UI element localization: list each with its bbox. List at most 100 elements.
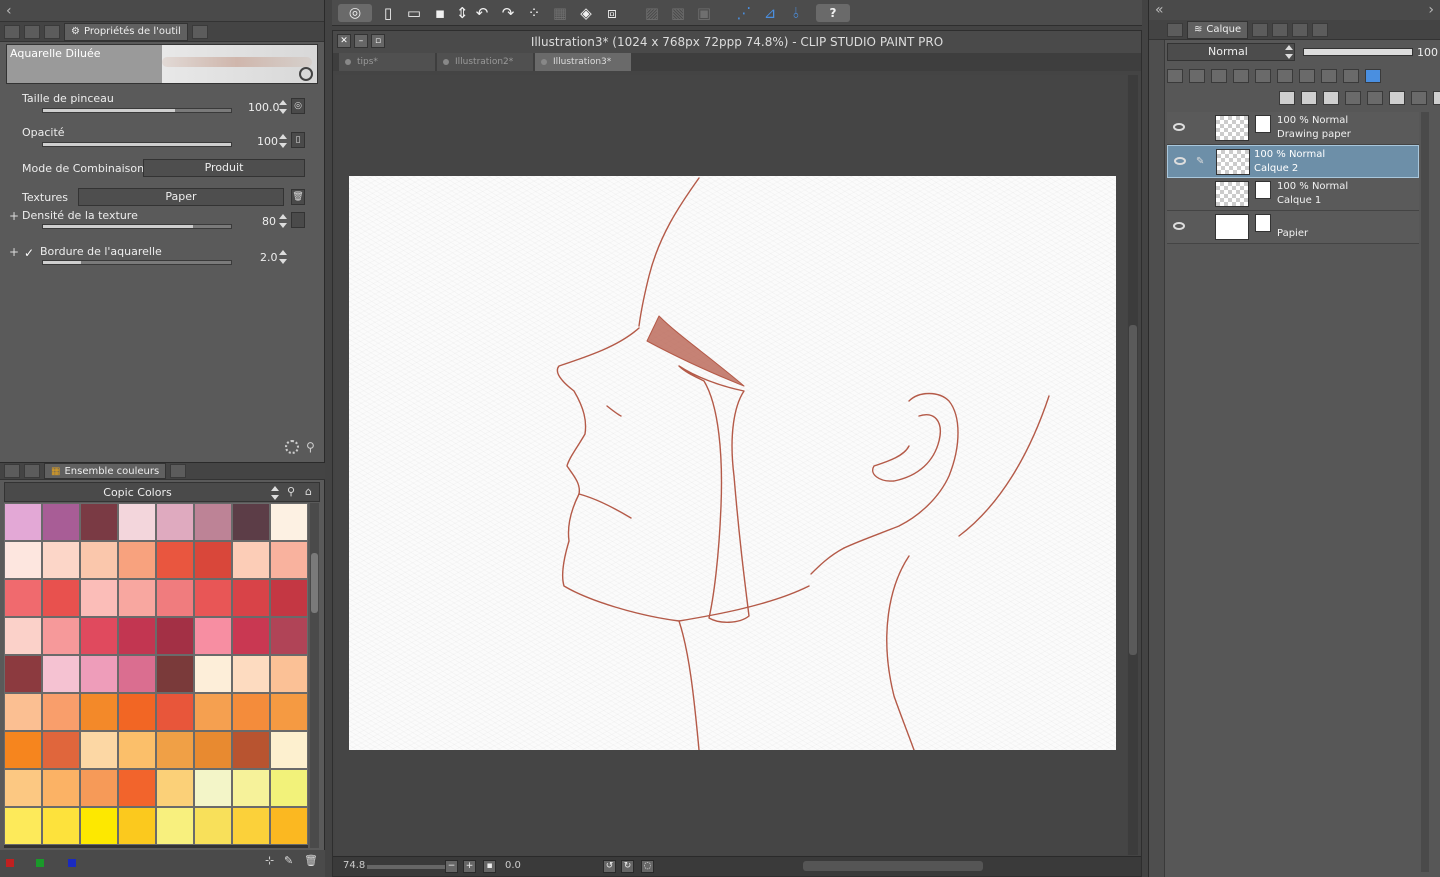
color-swatch[interactable] [4, 617, 42, 655]
rotate-left-button[interactable]: ↺ [603, 860, 616, 873]
color-swatch[interactable] [80, 579, 118, 617]
color-swatch[interactable] [42, 807, 80, 845]
color-swatch[interactable] [118, 693, 156, 731]
link-layer-icon[interactable] [1343, 69, 1359, 83]
color-swatch[interactable] [80, 731, 118, 769]
snap-special-ruler-icon[interactable]: ⊿ [760, 4, 780, 22]
layer-list-scrollbar[interactable] [1421, 112, 1429, 872]
tool-tab-icon[interactable] [24, 24, 40, 39]
opacity-slider[interactable] [42, 142, 232, 147]
layer-search-tab-icon[interactable] [1252, 22, 1269, 37]
color-swatch[interactable] [80, 769, 118, 807]
lock-icon[interactable]: ⌂ [305, 485, 312, 498]
color-swatch[interactable] [42, 655, 80, 693]
color-swatch[interactable] [232, 731, 270, 769]
color-swatch[interactable] [156, 769, 194, 807]
mask-icon[interactable] [1299, 69, 1315, 83]
clip-logo-icon[interactable]: ◎ [338, 3, 372, 22]
watercolor-edge-value[interactable]: 2.0 [260, 251, 278, 264]
color-swatch[interactable] [194, 617, 232, 655]
color-swatch[interactable] [80, 655, 118, 693]
zoom-slider[interactable] [367, 865, 447, 869]
zoom-icon[interactable] [299, 67, 313, 81]
merge-icon[interactable] [1367, 91, 1383, 105]
color-slider-tab-icon[interactable] [24, 464, 40, 478]
maximize-icon[interactable]: ▫ [371, 34, 385, 48]
clipping-icon[interactable] [1189, 69, 1205, 83]
layer-row[interactable]: 100 % Normal Drawing paper [1167, 112, 1419, 145]
pin-icon[interactable]: ⚲ [306, 440, 318, 454]
color-swatch[interactable] [270, 503, 308, 541]
color-swatch[interactable] [232, 579, 270, 617]
color-swatch[interactable] [270, 693, 308, 731]
layer-blend-mode-select[interactable]: Normal [1167, 43, 1295, 61]
transfer-down-icon[interactable] [1345, 91, 1361, 105]
texture-density-pressure-icon[interactable] [291, 212, 305, 228]
document-tab[interactable]: tips* [339, 53, 435, 71]
color-swatch[interactable] [232, 693, 270, 731]
blend-mode-select[interactable]: Produit [143, 159, 305, 177]
color-swatch[interactable] [80, 541, 118, 579]
color-swatch[interactable] [194, 541, 232, 579]
expand-plus-icon[interactable]: + [9, 209, 19, 223]
fill-icon[interactable]: ▣ [694, 4, 714, 22]
color-swatch[interactable] [270, 617, 308, 655]
color-swatch[interactable] [4, 693, 42, 731]
color-swatch[interactable] [270, 807, 308, 845]
color-swatch[interactable] [118, 731, 156, 769]
blend-mode-arrow[interactable] [1285, 45, 1293, 59]
color-swatch[interactable] [232, 769, 270, 807]
tab-layer[interactable]: ≋ Calque [1187, 20, 1249, 39]
color-swatch[interactable] [156, 579, 194, 617]
opacity-pressure-icon[interactable]: ▯ [291, 132, 305, 148]
color-swatch[interactable] [156, 617, 194, 655]
document-tab[interactable]: Illustration2* [437, 53, 533, 71]
color-set-dropdown-arrow[interactable] [271, 486, 279, 500]
color-set-scrollbar[interactable] [310, 503, 319, 848]
layer-row[interactable]: Papier [1167, 211, 1419, 244]
document-tab[interactable]: Illustration3* [535, 53, 631, 71]
layer-opacity-slider[interactable] [1303, 48, 1413, 56]
color-swatch[interactable] [4, 541, 42, 579]
color-swatch[interactable] [270, 769, 308, 807]
opacity-value[interactable]: 100 [257, 135, 278, 148]
color-swatch[interactable] [4, 731, 42, 769]
texture-density-value[interactable]: 80 [262, 215, 276, 228]
color-swatch[interactable] [156, 655, 194, 693]
selection-icon[interactable]: ⁘ [524, 4, 544, 22]
brush-size-stepper[interactable] [279, 100, 287, 114]
color-swatch[interactable] [232, 541, 270, 579]
color-swatch[interactable] [194, 655, 232, 693]
color-swatch[interactable] [42, 731, 80, 769]
layer-color-icon[interactable] [1167, 69, 1183, 83]
color-swatch[interactable] [156, 503, 194, 541]
texture-density-stepper[interactable] [279, 214, 287, 228]
color-swatch[interactable] [118, 541, 156, 579]
panel-collapse-arrow[interactable]: ‹ [0, 0, 324, 22]
layer-property-tab-icon[interactable] [1167, 22, 1183, 37]
texture-density-slider[interactable] [42, 224, 232, 229]
save-dropdown-icon[interactable]: ⇕ [456, 4, 469, 22]
transform-icon[interactable]: ⧈ [602, 4, 622, 22]
opacity-stepper[interactable] [279, 134, 287, 148]
texture-select[interactable]: Paper [78, 188, 284, 206]
color-swatch[interactable] [156, 541, 194, 579]
fill-bucket-icon[interactable]: ◈ [576, 4, 596, 22]
settings-gear-icon[interactable] [285, 440, 299, 454]
layer-prop-tab-icon[interactable] [44, 24, 60, 39]
eye-icon[interactable] [1173, 222, 1185, 230]
color-swatch[interactable] [194, 693, 232, 731]
new-folder-icon[interactable] [1323, 91, 1339, 105]
canvas-horizontal-scrollbar[interactable] [803, 861, 983, 871]
color-wheel-tab-icon[interactable] [4, 464, 20, 478]
texture-trash-icon[interactable]: 🗑 [291, 189, 305, 205]
color-swatch[interactable] [4, 579, 42, 617]
color-swatch[interactable] [80, 693, 118, 731]
color-swatch[interactable] [118, 617, 156, 655]
color-swatch[interactable] [42, 541, 80, 579]
canvas-vertical-scrollbar[interactable] [1128, 75, 1138, 855]
close-icon[interactable]: ✕ [337, 34, 351, 48]
color-swatch[interactable] [270, 731, 308, 769]
eyedropper-icon[interactable]: ⚲ [287, 485, 295, 498]
color-swatch[interactable] [194, 579, 232, 617]
